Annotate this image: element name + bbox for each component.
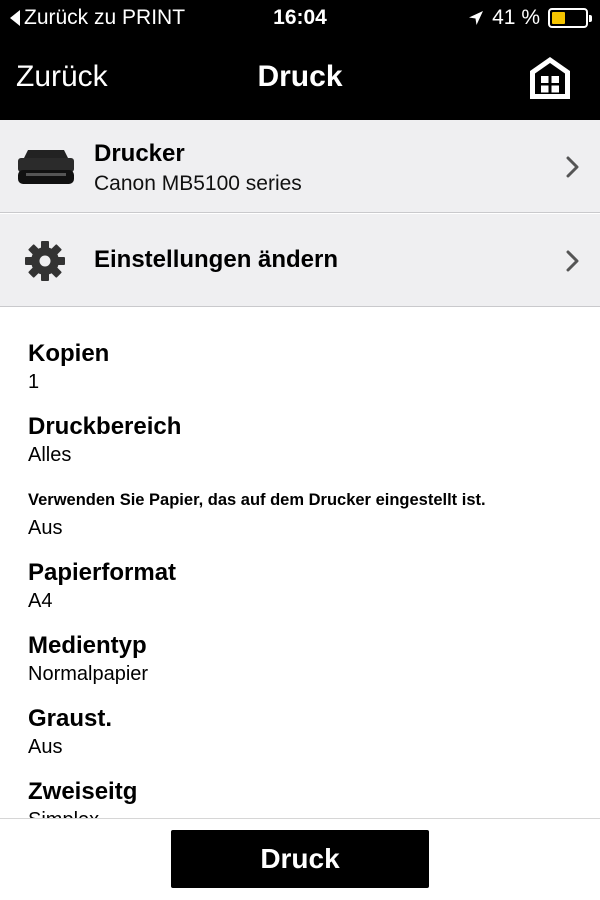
print-button[interactable]: Druck <box>171 830 429 888</box>
setting-value: Alles <box>28 444 72 466</box>
printer-model: Canon MB5100 series <box>94 172 302 195</box>
status-right: 41 % <box>468 6 592 30</box>
setting-label: Medientyp <box>28 632 147 659</box>
setting-value: 1 <box>28 371 40 393</box>
setting-label: Graust. <box>28 705 113 732</box>
setting-print-area: Druckbereich Alles <box>28 413 588 486</box>
setting-label: Verwenden Sie Papier, das auf dem Drucke… <box>28 491 486 509</box>
setting-copies: Kopien 1 <box>28 340 588 413</box>
navigation-bar: Zurück Druck <box>0 38 600 120</box>
setting-value: Normalpapier <box>28 663 149 685</box>
print-settings-list[interactable]: Kopien 1 Druckbereich Alles Verwenden Si… <box>28 340 588 820</box>
printer-label: Drucker <box>94 140 185 167</box>
battery-level <box>552 12 566 24</box>
printer-select-row[interactable]: Drucker Canon MB5100 series <box>0 120 600 213</box>
setting-value: Aus <box>28 736 63 758</box>
chevron-right-icon <box>566 250 579 272</box>
setting-label: Papierformat <box>28 559 177 586</box>
battery-percent: 41 % <box>492 6 540 29</box>
setting-label: Kopien <box>28 340 110 367</box>
status-bar: Zurück zu PRINT 16:04 41 % <box>0 0 600 38</box>
chevron-right-icon <box>566 156 579 178</box>
change-settings-label: Einstellungen ändern <box>94 246 339 273</box>
setting-value: Aus <box>28 517 63 539</box>
printer-icon <box>18 150 74 184</box>
setting-value: A4 <box>28 590 53 612</box>
setting-grayscale: Graust. Aus <box>28 705 588 778</box>
location-arrow-icon <box>468 10 484 26</box>
setting-label: Druckbereich <box>28 413 182 440</box>
setting-label: Zweiseitg <box>28 778 138 805</box>
back-button[interactable]: Zurück <box>16 60 108 94</box>
battery-icon <box>548 8 592 28</box>
home-button[interactable] <box>528 55 572 101</box>
bottom-toolbar: Druck <box>0 818 600 900</box>
setting-paper-size: Papierformat A4 <box>28 559 588 632</box>
setting-duplex: Zweiseitg Simplex <box>28 778 588 820</box>
change-settings-row[interactable]: Einstellungen ändern <box>0 214 600 307</box>
setting-media-type: Medientyp Normalpapier <box>28 632 588 705</box>
home-icon <box>530 57 570 99</box>
setting-use-printer-paper: Verwenden Sie Papier, das auf dem Drucke… <box>28 486 588 559</box>
gear-icon <box>25 241 65 281</box>
